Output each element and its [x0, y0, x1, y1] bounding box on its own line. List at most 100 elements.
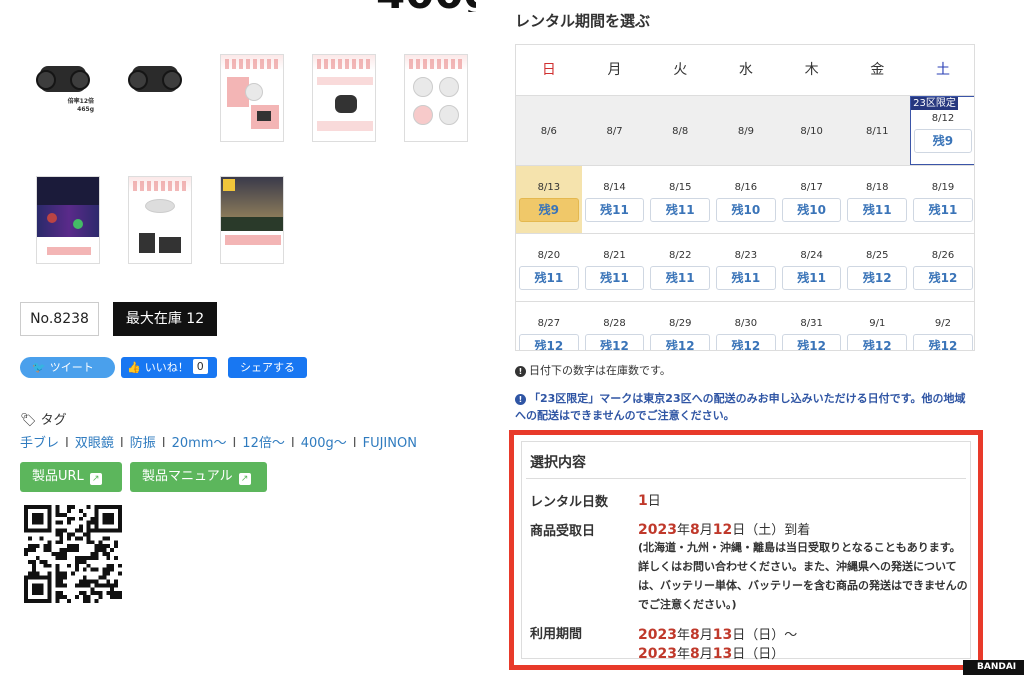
- thumbnail-flyer-2[interactable]: [312, 54, 376, 142]
- calendar-day-cell: 8/10: [779, 96, 845, 165]
- tags-heading: 🏷 タグ: [20, 413, 67, 428]
- like-count: 0: [192, 359, 208, 374]
- thumbnail-binoculars[interactable]: [124, 56, 188, 120]
- tag-link[interactable]: 400g〜: [301, 436, 347, 451]
- calendar-day-cell[interactable]: 8/14 残11: [582, 166, 648, 233]
- calendar-day-cell[interactable]: 8/27 残12: [516, 302, 582, 350]
- tag-link[interactable]: FUJINON: [363, 436, 417, 451]
- calendar-day-cell[interactable]: 8/23 残11: [713, 234, 779, 301]
- calendar-day-cell[interactable]: 9/1 残12: [844, 302, 910, 350]
- product-title-cropped: 400g: [376, 0, 476, 12]
- calendar-date: 8/28: [603, 318, 626, 329]
- stock-count-button[interactable]: 残12: [913, 334, 973, 350]
- calendar-day-cell[interactable]: 8/22 残11: [647, 234, 713, 301]
- tag-link[interactable]: 手ブレ: [20, 436, 59, 451]
- usage-period-start: 2023年8月13日（日）〜: [638, 627, 798, 643]
- stock-count-button[interactable]: 残12: [716, 334, 776, 350]
- thumbnail-flyer-1[interactable]: [220, 54, 284, 142]
- calendar-day-cell[interactable]: 23区限定 8/12 残9: [910, 96, 974, 165]
- calendar-day-cell[interactable]: 8/24 残11: [779, 234, 845, 301]
- calendar-day-cell[interactable]: 8/31 残12: [779, 302, 845, 350]
- calendar-date: 8/22: [668, 250, 692, 261]
- calendar-day-cell[interactable]: 8/19 残11: [910, 166, 974, 233]
- product-number: No.8238: [20, 302, 99, 336]
- selection-title: 選択内容: [530, 455, 586, 471]
- stock-count-button[interactable]: 残9: [914, 129, 972, 153]
- stock-count-button[interactable]: 残11: [847, 198, 908, 222]
- product-url-button[interactable]: 製品URL ↗: [20, 462, 122, 492]
- stock-count-button[interactable]: 残12: [519, 334, 579, 350]
- thumbnail-flyer-stage[interactable]: [36, 176, 100, 264]
- calendar-date: 9/1: [869, 318, 886, 329]
- stock-count-button[interactable]: 残12: [913, 266, 973, 290]
- calendar-day-cell[interactable]: 8/13 残9: [516, 166, 582, 233]
- info-icon: !: [515, 366, 526, 377]
- stock-count-button[interactable]: 残11: [650, 266, 711, 290]
- calendar-week-row: 8/20 残11 8/21 残11 8/22 残11 8/23 残11 8/24 残11 8/25 残…: [516, 233, 974, 301]
- calendar-day-cell: 8/6: [516, 96, 582, 165]
- tag-link[interactable]: 防振: [130, 436, 156, 451]
- stock-count-button[interactable]: 残12: [584, 334, 645, 350]
- stock-count-button[interactable]: 残11: [519, 266, 579, 290]
- stock-count-button[interactable]: 残11: [584, 266, 645, 290]
- stock-count-button[interactable]: 残12: [781, 334, 842, 350]
- thumbnail-binoculars-labeled[interactable]: 倍率12倍 465g: [32, 56, 96, 120]
- tag-link[interactable]: 20mm〜: [172, 436, 227, 451]
- tag-link[interactable]: 双眼鏡: [75, 436, 114, 451]
- stock-count-button[interactable]: 残12: [847, 266, 908, 290]
- calendar-date: 8/15: [668, 182, 692, 193]
- tag-list: 手ブレ I 双眼鏡 I 防振 I 20mm〜 I 12倍〜 I 400g〜 I FUJINON: [20, 436, 417, 451]
- stock-count-button[interactable]: 残11: [650, 198, 711, 222]
- calendar-date: 8/16: [734, 182, 758, 193]
- thumbnail-flyer-4[interactable]: [128, 176, 192, 264]
- limited-23ku-badge: 23区限定: [911, 97, 958, 110]
- qr-code: [24, 505, 122, 603]
- weekday-label: 金: [870, 62, 885, 78]
- tweet-button[interactable]: 🐦 ツイート: [20, 357, 115, 378]
- receive-date-value: 2023年8月12日（土）到着: [638, 522, 811, 538]
- calendar-day-cell[interactable]: 8/21 残11: [582, 234, 648, 301]
- calendar-day-cell[interactable]: 8/18 残11: [844, 166, 910, 233]
- like-label: いいね！: [144, 361, 189, 374]
- calendar-day-cell[interactable]: 8/17 残10: [779, 166, 845, 233]
- share-button[interactable]: シェアする: [228, 357, 307, 378]
- calendar-week-row: 8/27 残12 8/28 残12 8/29 残12 8/30 残12 8/31 残12 9/1 残1…: [516, 301, 974, 350]
- weekday-label: 月: [607, 62, 622, 78]
- weekday-label: 日: [541, 62, 556, 78]
- calendar-date: 8/18: [866, 182, 889, 193]
- calendar-date: 8/29: [668, 318, 692, 329]
- stock-count-button[interactable]: 残11: [716, 266, 776, 290]
- stock-count-button[interactable]: 残12: [847, 334, 908, 350]
- calendar-day-cell[interactable]: 8/30 残12: [713, 302, 779, 350]
- stock-count-button[interactable]: 残11: [781, 266, 842, 290]
- usage-period-label: 利用期間: [530, 627, 583, 642]
- calendar-day-cell: 8/9: [713, 96, 779, 165]
- like-button[interactable]: 👍 いいね！ 0: [121, 357, 217, 378]
- calendar-day-cell[interactable]: 8/29 残12: [647, 302, 713, 350]
- rental-calendar: 日月火水木金土 8/6 8/7 8/8 8/9 8/10 8/11 23区限定 8/12 残9 8…: [515, 44, 975, 351]
- calendar-date: 8/30: [734, 318, 758, 329]
- thumbnail-flyer-concert[interactable]: [220, 176, 284, 264]
- calendar-day-cell[interactable]: 8/15 残11: [647, 166, 713, 233]
- stock-count-button[interactable]: 残10: [716, 198, 776, 222]
- stock-count-button[interactable]: 残10: [781, 198, 842, 222]
- calendar-day-cell[interactable]: 8/16 残10: [713, 166, 779, 233]
- tag-link[interactable]: 12倍〜: [242, 436, 285, 451]
- calendar-date: 8/21: [603, 250, 626, 261]
- rental-period-title: レンタル期間を選ぶ: [515, 12, 651, 30]
- product-manual-button[interactable]: 製品マニュアル ↗: [130, 462, 267, 492]
- calendar-day-cell[interactable]: 8/20 残11: [516, 234, 582, 301]
- receive-date-note: (北海道・九州・沖縄・離島は当日受取りとなることもあります。詳しくはお問い合わせ…: [638, 541, 968, 611]
- calendar-day-cell[interactable]: 8/26 残12: [910, 234, 974, 301]
- weekday-label: 水: [738, 62, 753, 78]
- external-link-icon: ↗: [89, 473, 102, 485]
- calendar-day-cell[interactable]: 8/25 残12: [844, 234, 910, 301]
- stock-count-button[interactable]: 残9: [519, 198, 579, 222]
- weekday-label: 土: [935, 62, 950, 78]
- stock-count-button[interactable]: 残11: [913, 198, 973, 222]
- stock-count-button[interactable]: 残11: [584, 198, 645, 222]
- stock-count-button[interactable]: 残12: [650, 334, 711, 350]
- calendar-day-cell[interactable]: 9/2 残12: [910, 302, 974, 350]
- thumbnail-flyer-3[interactable]: [404, 54, 468, 142]
- calendar-day-cell[interactable]: 8/28 残12: [582, 302, 648, 350]
